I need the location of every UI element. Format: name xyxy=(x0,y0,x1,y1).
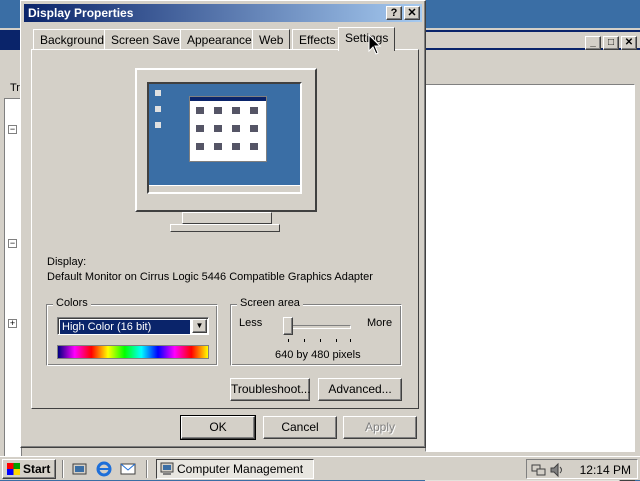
bg-close-button[interactable]: ✕ xyxy=(621,36,637,50)
tab-screen-saver[interactable]: Screen Saver xyxy=(104,29,191,49)
settings-panel: Display: Default Monitor on Cirrus Logic… xyxy=(31,49,419,409)
tab-settings[interactable]: Settings xyxy=(338,27,396,51)
advanced-button[interactable]: Advanced... xyxy=(318,378,402,401)
more-label: More xyxy=(367,317,393,329)
colors-selected-value: High Color (16 bit) xyxy=(60,320,190,334)
mouse-pointer-icon xyxy=(368,34,382,55)
network-icon[interactable] xyxy=(531,462,547,478)
tree-collapse-icon[interactable]: − xyxy=(8,239,17,248)
bg-maximize-button[interactable]: □ xyxy=(603,36,619,50)
tree-collapse-icon[interactable]: − xyxy=(8,125,17,134)
taskbar-item-computer-management[interactable]: Computer Management xyxy=(156,459,314,479)
internet-explorer-icon[interactable] xyxy=(96,461,112,477)
taskbar-item-label: Computer Management xyxy=(177,462,304,476)
close-button[interactable]: ✕ xyxy=(404,6,420,20)
monitor-base xyxy=(170,224,280,232)
taskbar: Start Computer Management 12:14 PM xyxy=(0,456,640,480)
troubleshoot-button[interactable]: Troubleshoot... xyxy=(230,378,311,401)
volume-icon[interactable] xyxy=(549,462,565,478)
apply-button[interactable]: Apply xyxy=(343,416,417,439)
bg-tab-fragment[interactable]: Tr xyxy=(10,82,20,94)
bg-details-pane[interactable] xyxy=(425,84,635,452)
show-desktop-icon[interactable] xyxy=(72,461,88,477)
computer-management-icon xyxy=(160,462,174,475)
preview-window xyxy=(189,96,267,162)
screen-area-group: Screen area Less More 640 by 480 pixels xyxy=(230,297,402,366)
display-adapter-text: Default Monitor on Cirrus Logic 5446 Com… xyxy=(47,271,373,283)
tree-expand-icon[interactable]: + xyxy=(8,319,17,328)
display-properties-dialog: Display Properties ? ✕ Background Screen… xyxy=(20,0,426,448)
desktop-icon xyxy=(155,90,161,96)
help-button[interactable]: ? xyxy=(386,6,402,20)
display-label: Display: xyxy=(47,256,87,268)
tab-effects[interactable]: Effects xyxy=(292,29,343,49)
colors-dropdown[interactable]: High Color (16 bit) ▼ xyxy=(57,317,209,335)
screen-area-legend: Screen area xyxy=(237,297,303,309)
dialog-title: Display Properties xyxy=(28,6,134,20)
desktop-icon xyxy=(155,122,161,128)
colors-legend: Colors xyxy=(53,297,91,309)
resolution-slider-thumb[interactable] xyxy=(283,317,293,335)
desktop-icon xyxy=(155,106,161,112)
dialog-titlebar[interactable]: Display Properties ? ✕ xyxy=(24,4,422,22)
windows-logo-icon xyxy=(7,463,20,475)
preview-taskbar xyxy=(149,185,300,192)
colors-group: Colors High Color (16 bit) ▼ xyxy=(46,297,218,366)
start-label: Start xyxy=(23,462,51,476)
chevron-down-icon[interactable]: ▼ xyxy=(192,319,207,333)
monitor-screen xyxy=(147,82,302,194)
tab-web[interactable]: Web xyxy=(252,29,291,49)
system-tray: 12:14 PM xyxy=(526,459,638,479)
start-button[interactable]: Start xyxy=(2,459,56,479)
bg-menu-strip: _ □ ✕ xyxy=(425,32,640,50)
less-label: Less xyxy=(239,317,263,329)
monitor-preview xyxy=(135,68,317,212)
bg-minimize-button[interactable]: _ xyxy=(585,36,601,50)
cancel-button[interactable]: Cancel xyxy=(263,416,337,439)
tab-appearance[interactable]: Appearance xyxy=(180,29,259,49)
monitor-stand xyxy=(182,212,272,224)
tab-background[interactable]: Background xyxy=(33,29,112,49)
outlook-express-icon[interactable] xyxy=(120,461,136,477)
ok-button[interactable]: OK xyxy=(180,415,256,440)
clock: 12:14 PM xyxy=(579,463,631,477)
resolution-slider-track[interactable] xyxy=(287,325,351,329)
color-spectrum-bar xyxy=(57,345,209,359)
resolution-text: 640 by 480 pixels xyxy=(275,349,361,361)
